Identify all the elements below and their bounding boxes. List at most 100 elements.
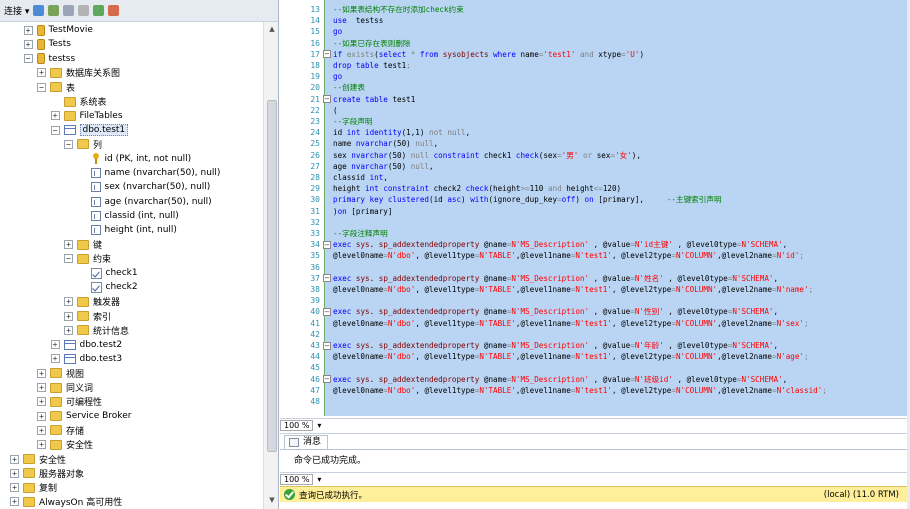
tree-node[interactable]: + 复制 (10, 481, 57, 495)
code-line[interactable]: id int identity(1,1) not null, (333, 127, 470, 138)
expand-icon[interactable]: + (37, 383, 46, 392)
expand-icon[interactable]: + (37, 425, 46, 435)
disconnect-icon[interactable] (48, 5, 60, 16)
tree-node[interactable]: id (PK, int, not null) (78, 152, 191, 166)
fold-toggle-icon[interactable]: − (323, 375, 331, 384)
expand-icon[interactable]: + (23, 39, 33, 49)
code-line[interactable]: classid int, (333, 172, 388, 183)
code-line[interactable]: ( (333, 105, 338, 116)
tree-node[interactable]: + 统计信息 (64, 323, 129, 337)
tree-node[interactable]: age (nvarchar(50), null) (78, 195, 212, 209)
fold-toggle-icon[interactable]: − (323, 274, 331, 283)
code-line[interactable]: --字段注释声明 (333, 228, 388, 239)
tree-node[interactable]: − 列 (64, 137, 102, 151)
tree-node[interactable]: + 存储 (37, 423, 84, 437)
chevron-down-icon[interactable]: ▾ (317, 475, 321, 484)
query-text-area[interactable]: --如果表结构不存在时添加check约束 use testss go --如果已存在表… (324, 0, 907, 416)
tree-node[interactable]: + TestMovie (23, 23, 93, 37)
expand-icon[interactable]: + (64, 297, 73, 307)
tree-node[interactable]: + AlwaysOn 高可用性 (10, 495, 122, 509)
tree-node[interactable]: + FileTables (50, 109, 123, 123)
tree-node[interactable]: check2 (78, 280, 138, 294)
code-line[interactable]: age nvarchar(50) null, (333, 161, 434, 172)
expand-icon[interactable]: + (37, 368, 46, 378)
code-line[interactable]: exec sys. sp_addextendedproperty @name=N… (333, 374, 787, 385)
code-line[interactable]: if exists(select * from sysobjects where… (333, 49, 644, 60)
code-line[interactable]: name nvarchar(50) null, (333, 138, 438, 149)
expand-icon[interactable]: + (50, 340, 60, 350)
tree-node[interactable]: − 表 (37, 80, 75, 94)
collapse-icon[interactable]: − (23, 54, 33, 64)
expand-icon[interactable]: + (10, 454, 19, 464)
expand-icon[interactable]: + (37, 68, 46, 78)
scroll-down-icon[interactable]: ▼ (267, 496, 277, 506)
tree-node[interactable]: sex (nvarchar(50), null) (78, 180, 210, 194)
tree-node[interactable]: + 安全性 (37, 438, 93, 452)
expand-icon[interactable]: + (50, 111, 60, 121)
fold-toggle-icon[interactable]: − (323, 341, 331, 350)
object-explorer-scrollbar[interactable]: ▲ ▼ (263, 22, 278, 509)
fold-toggle-icon[interactable]: − (323, 240, 331, 249)
stop-icon[interactable] (63, 5, 75, 16)
tree-node[interactable]: + 数据库关系图 (37, 66, 120, 80)
code-line[interactable]: @level0name=N'dbo', @level1type=N'TABLE'… (333, 318, 809, 329)
tree-node[interactable]: 系统表 (51, 95, 107, 109)
fold-toggle-icon[interactable]: − (323, 50, 331, 59)
expand-icon[interactable]: + (37, 397, 46, 407)
tree-node[interactable]: + dbo.test3 (50, 352, 122, 366)
code-line[interactable]: )on [primary] (333, 206, 392, 217)
refresh-icon[interactable] (93, 5, 105, 16)
collapse-icon[interactable]: − (37, 82, 46, 92)
filter-icon[interactable] (78, 5, 90, 16)
collapse-icon[interactable]: − (64, 254, 73, 264)
code-line[interactable]: @level0name=N'dbo', @level1type=N'TABLE'… (333, 284, 813, 295)
code-line[interactable]: use testss (333, 15, 383, 26)
tree-node[interactable]: + 可编程性 (37, 395, 102, 409)
code-line[interactable]: go (333, 71, 342, 82)
expand-icon[interactable]: + (37, 411, 46, 421)
tree-node[interactable]: + 视图 (37, 366, 84, 380)
expand-icon[interactable]: + (64, 240, 73, 249)
tree-node[interactable]: − dbo.test1 (50, 123, 129, 137)
query-editor[interactable]: 13 14 15 16 17 18 19 20 21 22 23 24 25 26 27 28 29 30 31 32… (280, 0, 907, 416)
results-zoom-select[interactable]: 100 % (280, 474, 314, 485)
code-line[interactable]: drop table test1; (333, 60, 411, 71)
tree-node[interactable]: + 索引 (64, 309, 111, 323)
tree-node[interactable]: + Tests (23, 37, 71, 51)
tree-node[interactable]: + 键 (64, 238, 102, 252)
tree-node[interactable]: − 约束 (64, 252, 111, 266)
expand-icon[interactable]: + (37, 440, 46, 450)
connect-button[interactable]: 连接 ▾ (4, 4, 29, 17)
tree-node[interactable]: + 安全性 (10, 452, 66, 466)
code-line[interactable]: exec sys. sp_addextendedproperty @name=N… (333, 239, 787, 250)
expand-icon[interactable]: + (50, 354, 60, 364)
expand-icon[interactable]: + (64, 311, 73, 321)
tree-node[interactable]: + 服务器对象 (10, 466, 84, 480)
code-line[interactable]: --如果表结构不存在时添加check约束 (333, 4, 464, 15)
tree-node[interactable]: − testss (23, 52, 75, 66)
tree-node[interactable]: classid (int, null) (78, 209, 179, 223)
tree-node[interactable]: + 同义词 (37, 381, 93, 395)
code-line[interactable]: --如果已存在表则删除 (333, 38, 411, 49)
expand-icon[interactable]: + (10, 497, 19, 507)
scrollbar-thumb[interactable] (267, 100, 277, 452)
code-line[interactable]: height int constraint check2 check(heigh… (333, 183, 621, 194)
tab-messages[interactable]: 消息 (284, 435, 329, 449)
collapse-icon[interactable]: − (64, 139, 73, 149)
tree-node[interactable]: height (int, null) (78, 223, 177, 237)
expand-icon[interactable]: + (10, 468, 19, 478)
tree-node[interactable]: + 触发器 (64, 295, 120, 309)
tree-node[interactable]: name (nvarchar(50), null) (78, 166, 220, 180)
expand-icon[interactable]: + (10, 483, 19, 493)
chevron-down-icon[interactable]: ▾ (317, 421, 321, 430)
code-line[interactable]: exec sys. sp_addextendedproperty @name=N… (333, 340, 778, 351)
expand-icon[interactable]: + (23, 25, 33, 35)
code-line[interactable]: exec sys. sp_addextendedproperty @name=N… (333, 273, 778, 284)
fold-toggle-icon[interactable]: − (323, 307, 331, 316)
code-line[interactable]: go (333, 26, 342, 37)
code-line[interactable]: @level0name=N'dbo', @level1type=N'TABLE'… (333, 250, 804, 261)
tree-node[interactable]: + Service Broker (37, 409, 131, 423)
scroll-up-icon[interactable]: ▲ (267, 25, 277, 35)
connect-icon[interactable] (33, 5, 45, 16)
code-line[interactable]: primary key clustered(id asc) with(ignor… (333, 194, 722, 205)
